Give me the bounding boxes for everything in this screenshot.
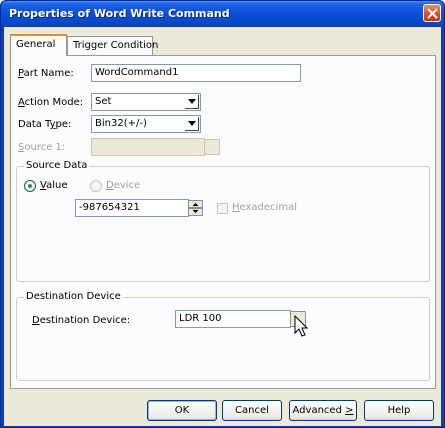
source1-input[interactable] — [91, 138, 205, 156]
data-type-select[interactable]: Bin32(+/-) — [91, 115, 201, 133]
close-icon — [427, 8, 438, 19]
action-mode-value: Set — [95, 96, 112, 107]
help-button[interactable]: Help — [364, 400, 434, 421]
ok-button[interactable]: OK — [147, 400, 217, 421]
tab-trigger-condition[interactable]: Trigger Condition — [67, 36, 158, 55]
spin-up-icon[interactable] — [188, 200, 203, 208]
source1-browse-button[interactable] — [204, 139, 220, 155]
mouse-cursor-icon — [294, 315, 309, 337]
source-data-group-title: Source Data — [24, 160, 90, 171]
part-name-input[interactable]: WordCommand1 — [91, 64, 301, 82]
general-tab-panel: Part Name: WordCommand1 Action Mode: Set… — [10, 55, 436, 389]
destination-device-input[interactable]: LDR 100 — [175, 310, 291, 328]
part-name-label: Part Name: — [18, 68, 74, 79]
hexadecimal-label: Hexadecimal — [232, 202, 297, 213]
value-radio-label: Value — [40, 180, 68, 191]
destination-device-group-title: Destination Device — [24, 291, 123, 302]
source-value-spinner[interactable] — [188, 200, 203, 216]
dialog-client-area: General Trigger Condition Part Name: Wor… — [4, 27, 441, 426]
data-type-value: Bin32(+/-) — [95, 118, 147, 129]
source-value-input[interactable]: -987654321 — [75, 199, 189, 217]
device-radio-label: Device — [106, 180, 141, 191]
device-radio[interactable] — [90, 180, 102, 192]
tab-general[interactable]: General — [10, 34, 67, 56]
close-button[interactable] — [423, 4, 441, 22]
data-type-label: Data Type: — [18, 119, 72, 130]
chevron-down-icon[interactable] — [185, 95, 199, 109]
dialog-window: Properties of Word Write Command General… — [0, 0, 445, 428]
value-radio[interactable] — [24, 180, 36, 192]
cancel-button[interactable]: Cancel — [222, 400, 282, 421]
destination-device-label: Destination Device: — [32, 315, 131, 326]
hexadecimal-checkbox[interactable] — [217, 203, 228, 214]
source1-label: Source 1: — [18, 142, 66, 153]
window-title: Properties of Word Write Command — [9, 7, 230, 20]
action-mode-select[interactable]: Set — [91, 93, 201, 111]
action-mode-label: Action Mode: — [18, 97, 84, 108]
title-bar[interactable]: Properties of Word Write Command — [1, 1, 444, 27]
chevron-down-icon[interactable] — [185, 117, 199, 131]
advanced-button[interactable]: Advanced > — [289, 400, 357, 421]
source-data-group — [16, 166, 430, 282]
spin-down-icon[interactable] — [188, 208, 203, 216]
